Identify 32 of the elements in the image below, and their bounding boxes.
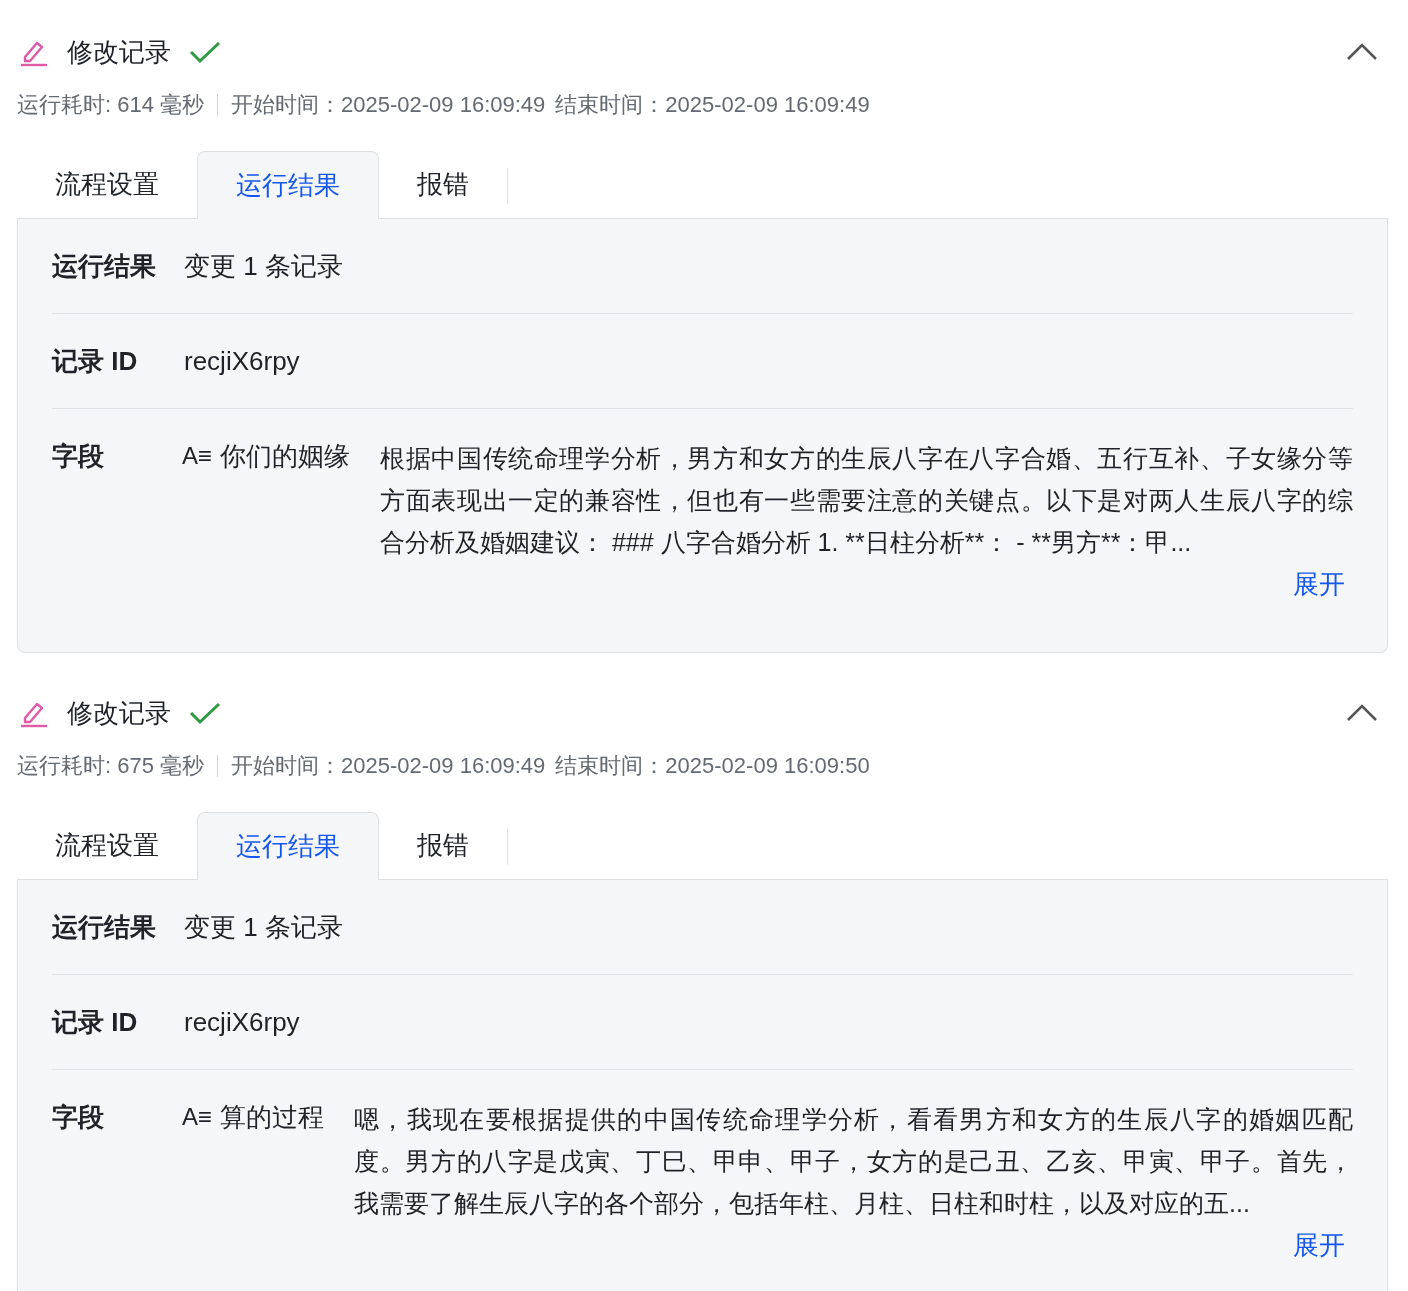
- field-name: 你们的姻缘: [220, 440, 350, 473]
- row-value: recjiX6rpy: [184, 1006, 300, 1039]
- duration-text: 运行耗时: 614 毫秒: [17, 91, 205, 119]
- row-label: 记录 ID: [52, 345, 139, 378]
- row-label: 记录 ID: [52, 1006, 139, 1039]
- row-value: 变更 1 条记录: [184, 911, 343, 944]
- row-label: 运行结果: [52, 911, 157, 944]
- record-title: 修改记录: [67, 696, 171, 730]
- start-time: 开始时间：2025-02-09 16:09:49: [231, 91, 546, 119]
- tab[interactable]: 流程设置: [17, 811, 197, 879]
- tab[interactable]: 运行结果: [197, 812, 379, 880]
- end-time: 结束时间：2025-02-09 16:09:50: [555, 752, 870, 780]
- tab[interactable]: 报错: [379, 811, 507, 879]
- row-label: 字段: [52, 440, 105, 473]
- row-label: 运行结果: [52, 250, 157, 283]
- record-title: 修改记录: [67, 35, 171, 69]
- field-value: 根据中国传统命理学分析，男方和女方的生辰八字在八字合婚、五行互补、子女缘分等方面表现出一定的兼容性，但也有一些需要注意的关键点。以下是对两人生辰八字的综合分析及婚姻建议： ### 八字合婚分析 1. **日柱分析**： - **男方**：甲...: [380, 443, 1353, 558]
- tab[interactable]: 运行结果: [197, 151, 379, 219]
- field-type-icon: A≡: [182, 437, 212, 475]
- row-label: 字段: [52, 1101, 105, 1134]
- field-value: 嗯，我现在要根据提供的中国传统命理学分析，看看男方和女方的生辰八字的婚姻匹配度。男方的八字是戊寅、丁巳、甲申、甲子，女方的是己丑、乙亥、甲寅、甲子。首先，我需要了解生辰八字的各个部分，包括年柱、月柱、日柱和时柱，以及对应的五...: [354, 1104, 1353, 1219]
- field-name: 算的过程: [220, 1101, 324, 1134]
- field-type-icon: A≡: [182, 1098, 212, 1136]
- expand-link[interactable]: 展开: [1293, 1226, 1345, 1265]
- duration-text: 运行耗时: 675 毫秒: [17, 752, 205, 780]
- row-value: 变更 1 条记录: [184, 250, 343, 283]
- start-time: 开始时间：2025-02-09 16:09:49: [231, 752, 546, 780]
- tab[interactable]: 报错: [379, 150, 507, 218]
- expand-link[interactable]: 展开: [1293, 565, 1345, 604]
- row-value: recjiX6rpy: [184, 345, 300, 378]
- end-time: 结束时间：2025-02-09 16:09:49: [555, 91, 870, 119]
- tab[interactable]: 流程设置: [17, 150, 197, 218]
